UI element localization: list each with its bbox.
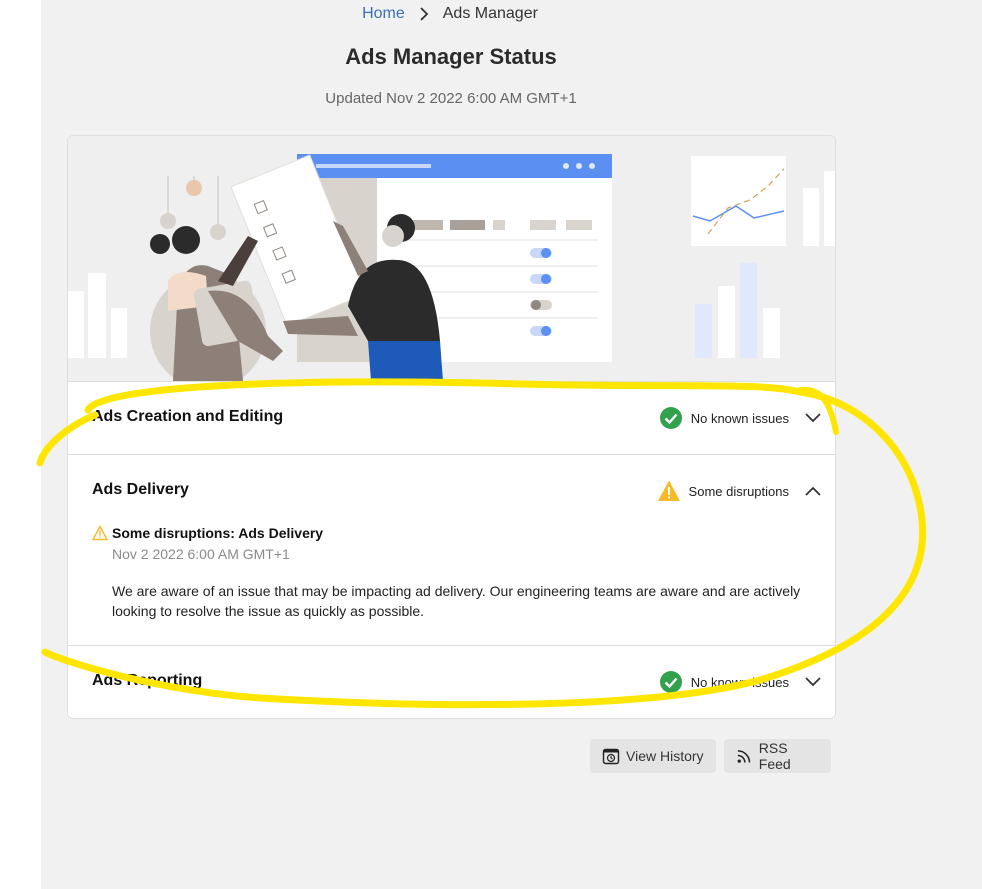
view-history-label: View History xyxy=(626,748,704,764)
view-history-button[interactable]: View History xyxy=(590,739,716,773)
service-name: Ads Delivery xyxy=(92,481,189,498)
chevron-down-icon[interactable] xyxy=(803,672,823,692)
incident-header: Some disruptions: Ads Delivery xyxy=(92,525,323,541)
updated-timestamp: Updated Nov 2 2022 6:00 AM GMT+1 xyxy=(325,90,577,107)
status-indicator: No known issues xyxy=(659,670,789,694)
warning-outline-icon xyxy=(92,525,108,541)
chevron-right-icon xyxy=(420,7,429,21)
service-row-ads-delivery[interactable]: Ads Delivery Some disruptions Some disru… xyxy=(68,454,835,646)
rss-icon xyxy=(737,750,751,763)
status-text: Some disruptions xyxy=(688,483,789,499)
check-circle-icon xyxy=(659,671,682,693)
rss-feed-button[interactable]: RSS Feed xyxy=(724,739,831,773)
service-row-ads-reporting[interactable]: Ads Reporting No known issues xyxy=(68,645,835,718)
service-name: Ads Creation and Editing xyxy=(92,408,284,425)
chevron-up-icon[interactable] xyxy=(803,481,823,501)
status-text: No known issues xyxy=(690,674,789,690)
check-circle-icon xyxy=(659,407,682,429)
service-row-ads-creation[interactable]: Ads Creation and Editing No known issues xyxy=(68,381,835,455)
chevron-down-icon[interactable] xyxy=(803,408,823,428)
incident-description: We are aware of an issue that may be imp… xyxy=(112,583,801,619)
breadcrumb-current: Ads Manager xyxy=(442,5,538,22)
incident-title: Some disruptions: Ads Delivery xyxy=(112,525,324,541)
warning-icon xyxy=(657,480,680,501)
history-icon xyxy=(602,748,620,765)
page-title: Ads Manager Status xyxy=(345,44,557,69)
status-text: No known issues xyxy=(690,410,789,426)
status-indicator: Some disruptions xyxy=(657,479,789,503)
status-indicator: No known issues xyxy=(659,406,789,430)
status-card: Ads Creation and Editing No known issues… xyxy=(67,135,836,719)
service-name: Ads Reporting xyxy=(92,672,203,689)
incident-time: Nov 2 2022 6:00 AM GMT+1 xyxy=(112,546,290,562)
hero-illustration xyxy=(68,136,835,381)
rss-feed-label: RSS Feed xyxy=(758,740,791,772)
breadcrumb: Home Ads Manager xyxy=(0,5,900,23)
breadcrumb-home-link[interactable]: Home xyxy=(362,5,405,23)
